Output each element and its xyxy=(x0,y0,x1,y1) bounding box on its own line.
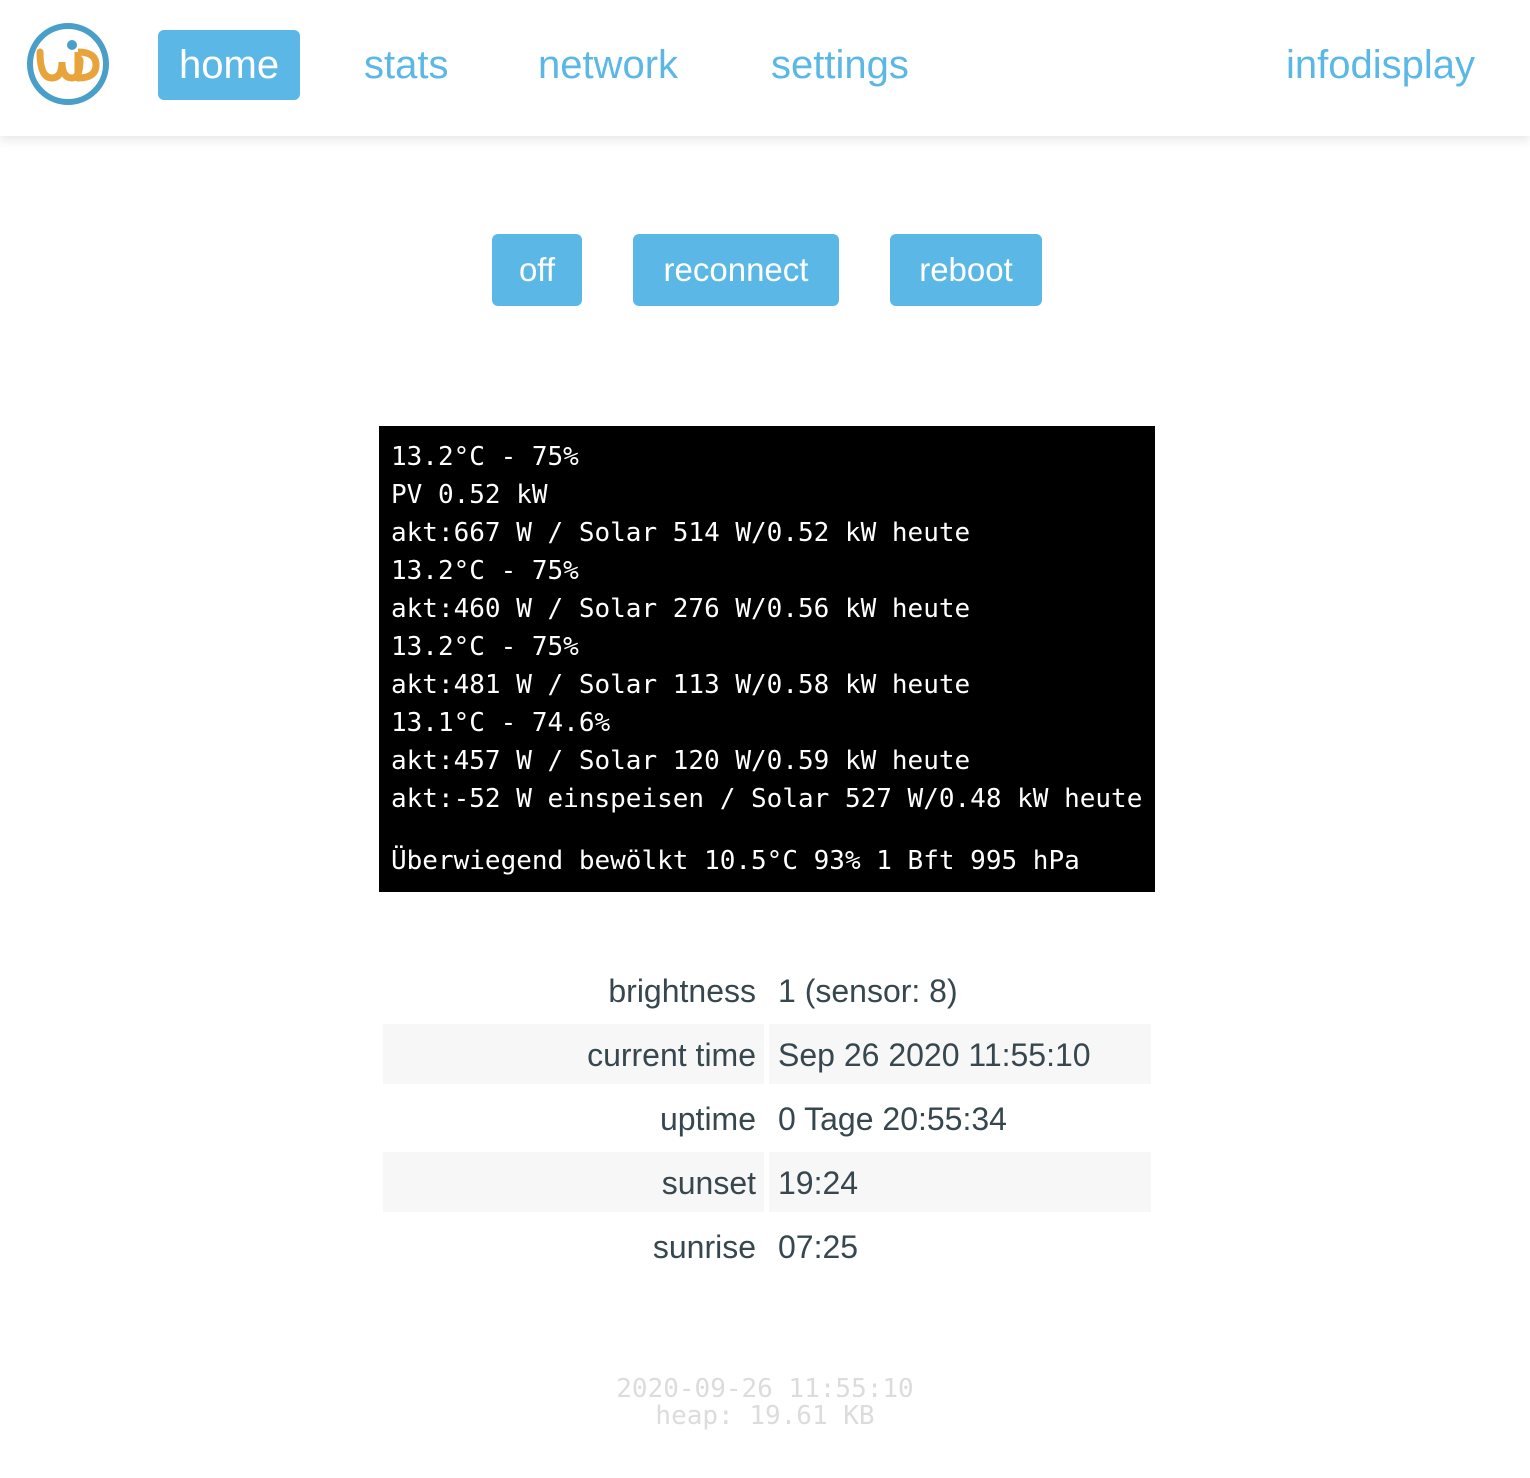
sunrise-label: sunrise xyxy=(652,1229,756,1265)
display-line: akt:667 W / Solar 514 W/0.52 kW heute xyxy=(391,518,971,548)
table-row-sunset: sunset 19:24 xyxy=(383,1152,1151,1216)
display-line: akt:457 W / Solar 120 W/0.59 kW heute xyxy=(391,746,971,776)
reconnect-button[interactable]: reconnect xyxy=(633,234,839,306)
display-line: PV 0.52 kW xyxy=(391,480,548,510)
display-line: 13.2°C - 75% xyxy=(391,632,579,662)
brand-title[interactable]: infodisplay xyxy=(1286,30,1475,100)
action-buttons: off reconnect reboot xyxy=(0,234,1530,306)
nav-home[interactable]: home xyxy=(158,30,301,100)
current-time-value: Sep 26 2020 11:55:10 xyxy=(769,1024,1151,1084)
display-line: 13.2°C - 75% xyxy=(391,442,579,472)
reboot-button[interactable]: reboot xyxy=(890,234,1042,306)
uptime-value: 0 Tage 20:55:34 xyxy=(778,1101,1007,1137)
footer-info: 2020-09-26 11:55:10 heap: 19.61 KB xyxy=(0,1376,1530,1430)
sunset-label: sunset xyxy=(383,1152,764,1212)
brightness-label: brightness xyxy=(608,973,756,1009)
table-row-uptime: uptime 0 Tage 20:55:34 xyxy=(383,1088,1151,1152)
status-table: brightness 1 (sensor: 8) current time Se… xyxy=(383,960,1151,1280)
off-button[interactable]: off xyxy=(492,234,582,306)
nav-settings[interactable]: settings xyxy=(771,30,909,100)
sunrise-value: 07:25 xyxy=(778,1229,859,1265)
nav-stats[interactable]: stats xyxy=(364,30,448,100)
display-line: akt:460 W / Solar 276 W/0.56 kW heute xyxy=(391,594,971,624)
nav-network[interactable]: network xyxy=(538,30,678,100)
footer-timestamp: 2020-09-26 11:55:10 xyxy=(616,1374,914,1404)
uptime-label: uptime xyxy=(659,1101,756,1137)
current-time-label: current time xyxy=(383,1024,764,1084)
display-line: akt:-52 W einspeisen / Solar 527 W/0.48 … xyxy=(391,784,1143,814)
display-preview: 13.2°C - 75% PV 0.52 kW akt:667 W / Sola… xyxy=(379,426,1155,892)
display-weather-line: Überwiegend bewölkt 10.5°C 93% 1 Bft 995… xyxy=(391,846,1080,876)
footer-heap: heap: 19.61 KB xyxy=(655,1401,875,1431)
display-line: akt:481 W / Solar 113 W/0.58 kW heute xyxy=(391,670,971,700)
table-row-brightness: brightness 1 (sensor: 8) xyxy=(383,960,1151,1024)
table-row-current-time: current time Sep 26 2020 11:55:10 xyxy=(383,1024,1151,1088)
display-line: 13.2°C - 75% xyxy=(391,556,579,586)
table-row-sunrise: sunrise 07:25 xyxy=(383,1216,1151,1280)
app-logo-icon[interactable] xyxy=(26,22,110,106)
brightness-value: 1 (sensor: 8) xyxy=(778,973,958,1009)
sunset-value: 19:24 xyxy=(769,1152,1151,1212)
display-line: 13.1°C - 74.6% xyxy=(391,708,611,738)
top-navbar: home stats network settings infodisplay xyxy=(0,0,1530,136)
